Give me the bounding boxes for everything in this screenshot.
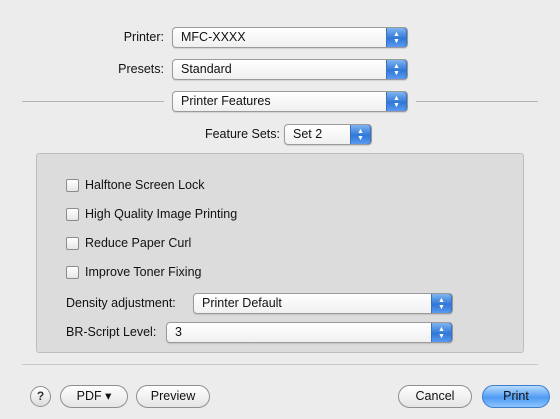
feature-sets-popup[interactable]: Set 2 ▲ ▼	[284, 124, 372, 145]
density-label: Density adjustment:	[66, 296, 176, 310]
option-halftone-screen-lock[interactable]: Halftone Screen Lock	[66, 178, 205, 192]
presets-value: Standard	[181, 62, 232, 76]
density-value: Printer Default	[202, 296, 282, 310]
option-improve-toner-fixing[interactable]: Improve Toner Fixing	[66, 265, 202, 279]
printer-label: Printer:	[123, 30, 164, 44]
checkbox[interactable]	[66, 178, 79, 192]
checkbox[interactable]	[66, 236, 79, 250]
popup-arrows-icon: ▲ ▼	[386, 92, 407, 111]
pane-popup[interactable]: Printer Features ▲ ▼	[172, 91, 408, 112]
br-script-value: 3	[175, 325, 182, 339]
br-script-popup[interactable]: 3 ▲ ▼	[166, 322, 453, 343]
printer-value: MFC-XXXX	[181, 30, 246, 44]
help-button[interactable]: ?	[30, 386, 51, 407]
print-dialog: Printer: MFC-XXXX ▲ ▼ Presets: Standard ▲…	[0, 0, 560, 419]
popup-arrows-icon: ▲ ▼	[431, 294, 452, 313]
separator-right	[416, 101, 538, 102]
option-reduce-paper-curl[interactable]: Reduce Paper Curl	[66, 236, 191, 250]
option-label: High Quality Image Printing	[85, 207, 238, 221]
popup-arrows-icon: ▲ ▼	[431, 323, 452, 342]
option-high-quality-image-printing[interactable]: High Quality Image Printing	[66, 207, 237, 221]
option-label: Improve Toner Fixing	[85, 265, 202, 279]
br-script-label: BR-Script Level:	[66, 325, 157, 339]
popup-arrows-icon: ▲ ▼	[386, 28, 407, 47]
density-popup[interactable]: Printer Default ▲ ▼	[193, 293, 453, 314]
pdf-menu-button[interactable]: PDF ▾	[60, 385, 128, 408]
checkbox[interactable]	[66, 265, 79, 279]
cancel-button[interactable]: Cancel	[398, 385, 472, 408]
preview-button[interactable]: Preview	[136, 385, 210, 408]
presets-label: Presets:	[118, 62, 164, 76]
presets-popup[interactable]: Standard ▲ ▼	[172, 59, 408, 80]
checkbox[interactable]	[66, 207, 79, 221]
option-label: Halftone Screen Lock	[85, 178, 205, 192]
pane-value: Printer Features	[181, 94, 271, 108]
option-label: Reduce Paper Curl	[85, 236, 192, 250]
popup-arrows-icon: ▲ ▼	[350, 125, 371, 144]
print-button[interactable]: Print	[482, 385, 550, 408]
popup-arrows-icon: ▲ ▼	[386, 60, 407, 79]
feature-sets-label: Feature Sets:	[204, 127, 280, 141]
printer-popup[interactable]: MFC-XXXX ▲ ▼	[172, 27, 408, 48]
feature-sets-value: Set 2	[293, 127, 323, 141]
bottom-divider	[22, 364, 538, 365]
separator-left	[22, 101, 164, 102]
